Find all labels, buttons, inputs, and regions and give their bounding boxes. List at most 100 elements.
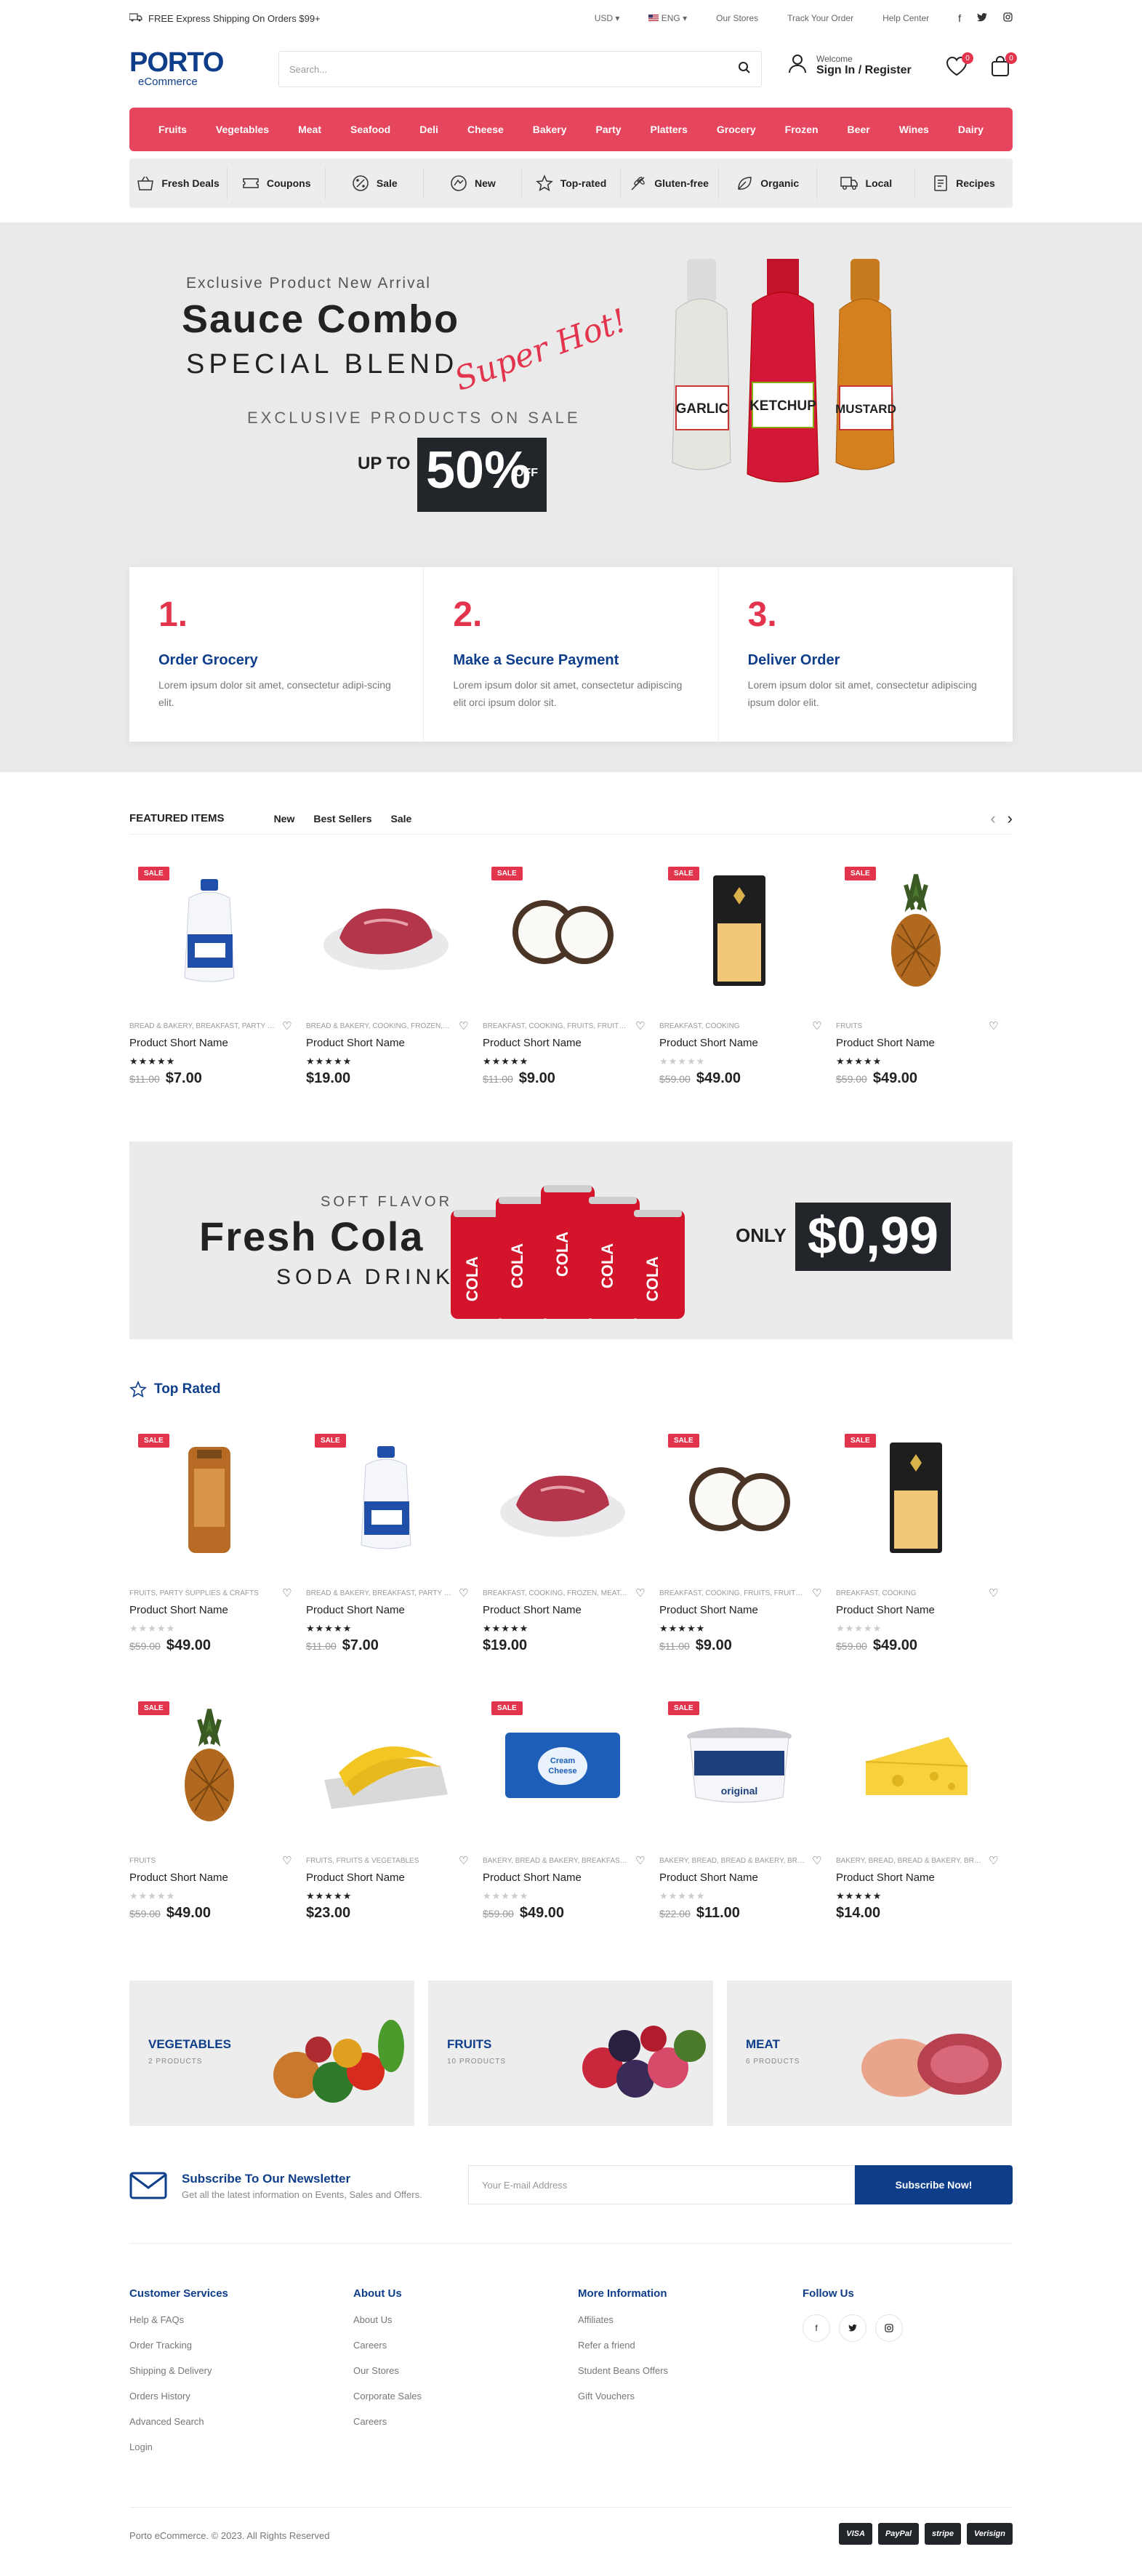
product-card[interactable]: SALE BREAD & BAKERY, BREAKFAST, PARTY SU… xyxy=(129,858,306,1112)
product-name[interactable]: Product Short Name xyxy=(483,1604,582,1616)
subnav-sale[interactable]: Sale xyxy=(326,167,425,199)
product-name[interactable]: Product Short Name xyxy=(483,1871,582,1884)
newsletter-email-input[interactable]: Your E-mail Address xyxy=(468,2165,855,2204)
product-card[interactable]: SALE BREAKFAST, COOKING ♡ Product Short … xyxy=(659,858,836,1112)
product-image[interactable] xyxy=(483,1425,643,1570)
currency-selector[interactable]: USD ▾ xyxy=(595,13,620,23)
category-frozen[interactable]: Frozen xyxy=(785,124,819,135)
product-name[interactable]: Product Short Name xyxy=(836,1037,935,1049)
product-category[interactable]: BREAKFAST, COOKING, FRUITS, FRUITS & ... xyxy=(659,1589,805,1597)
product-category[interactable]: BREAKFAST, COOKING, FROZEN, MEAT, M... xyxy=(483,1589,628,1597)
product-name[interactable]: Product Short Name xyxy=(306,1037,405,1049)
product-name[interactable]: Product Short Name xyxy=(836,1871,935,1884)
category-box-vegetables[interactable]: VEGETABLES 2 PRODUCTS xyxy=(129,1981,414,2126)
category-platters[interactable]: Platters xyxy=(651,124,688,135)
product-name[interactable]: Product Short Name xyxy=(129,1604,228,1616)
category-meat[interactable]: Meat xyxy=(298,124,321,135)
product-name[interactable]: Product Short Name xyxy=(659,1871,758,1884)
heart-icon[interactable]: ♡ xyxy=(459,1854,468,1867)
product-category[interactable]: BREAD & BAKERY, BREAKFAST, PARTY SU... xyxy=(129,1022,275,1030)
product-card[interactable]: SALE BREAKFAST, COOKING ♡ Product Short … xyxy=(836,1425,1013,1680)
instagram-icon[interactable] xyxy=(1003,12,1013,24)
subnav-local[interactable]: Local xyxy=(817,167,915,199)
heart-icon[interactable]: ♡ xyxy=(459,1586,468,1600)
search-input[interactable]: Search... xyxy=(289,64,738,75)
footer-link[interactable]: Gift Vouchers xyxy=(578,2391,668,2416)
product-card[interactable]: SALE original BAKERY, BREAD, BREAD & BAK… xyxy=(659,1693,836,1947)
chevron-left-icon[interactable]: ‹ xyxy=(990,809,995,828)
heart-icon[interactable]: ♡ xyxy=(812,1854,821,1867)
search-bar[interactable]: Search... xyxy=(278,51,762,87)
instagram-icon[interactable] xyxy=(875,2314,903,2342)
heart-icon[interactable]: ♡ xyxy=(989,1586,998,1600)
product-name[interactable]: Product Short Name xyxy=(836,1604,935,1616)
product-image[interactable] xyxy=(306,858,466,1003)
product-category[interactable]: BAKERY, BREAD & BAKERY, BREAKFAST, F... xyxy=(483,1857,628,1865)
heart-icon[interactable]: ♡ xyxy=(459,1019,468,1032)
product-category[interactable]: BREAKFAST, COOKING, FRUITS, FRUITS & ... xyxy=(483,1022,628,1030)
product-name[interactable]: Product Short Name xyxy=(129,1871,228,1884)
product-name[interactable]: Product Short Name xyxy=(306,1871,405,1884)
footer-link[interactable]: About Us xyxy=(353,2314,422,2340)
category-vegetables[interactable]: Vegetables xyxy=(216,124,269,135)
footer-link[interactable]: Order Tracking xyxy=(129,2340,228,2365)
footer-link[interactable]: Login xyxy=(129,2441,228,2467)
heart-icon[interactable]: ♡ xyxy=(989,1854,998,1867)
twitter-icon[interactable] xyxy=(839,2314,866,2342)
signin-link[interactable]: Sign In / Register xyxy=(816,64,912,77)
product-category[interactable]: BAKERY, BREAD, BREAD & BAKERY, BRE... xyxy=(836,1857,981,1865)
product-category[interactable]: FRUITS xyxy=(129,1857,275,1865)
product-image[interactable] xyxy=(836,1693,996,1838)
product-card[interactable]: SALE FRUITS ♡ Product Short Name ★★★★★ $… xyxy=(129,1693,306,1947)
product-card[interactable]: SALE BREAKFAST, COOKING, FRUITS, FRUITS … xyxy=(659,1425,836,1680)
footer-link[interactable]: Shipping & Delivery xyxy=(129,2365,228,2391)
cola-banner[interactable]: SOFT FLAVOR Fresh Cola SODA DRINK COLA C… xyxy=(129,1141,1013,1339)
product-name[interactable]: Product Short Name xyxy=(659,1037,758,1049)
subnav-fresh-deals[interactable]: Fresh Deals xyxy=(129,167,228,199)
heart-icon[interactable]: ♡ xyxy=(812,1586,821,1600)
link-our-stores[interactable]: Our Stores xyxy=(716,13,758,23)
subnav-organic[interactable]: Organic xyxy=(719,167,817,199)
category-bakery[interactable]: Bakery xyxy=(533,124,567,135)
product-card[interactable]: BAKERY, BREAD, BREAD & BAKERY, BRE... ♡ … xyxy=(836,1693,1013,1947)
category-deli[interactable]: Deli xyxy=(419,124,438,135)
category-dairy[interactable]: Dairy xyxy=(958,124,984,135)
product-category[interactable]: BREAD & BAKERY, COOKING, FROZEN, MEAT, M… xyxy=(306,1022,451,1030)
product-name[interactable]: Product Short Name xyxy=(129,1037,228,1049)
product-name[interactable]: Product Short Name xyxy=(483,1037,582,1049)
footer-link[interactable]: Our Stores xyxy=(353,2365,422,2391)
subnav-gluten-free[interactable]: Gluten-free xyxy=(621,167,719,199)
product-name[interactable]: Product Short Name xyxy=(306,1604,405,1616)
product-card[interactable]: BREAKFAST, COOKING, FROZEN, MEAT, M... ♡… xyxy=(483,1425,659,1680)
category-fruits[interactable]: Fruits xyxy=(158,124,187,135)
link-track-order[interactable]: Track Your Order xyxy=(787,13,853,23)
product-card[interactable]: SALE BREAD & BAKERY, BREAKFAST, PARTY SU… xyxy=(306,1425,483,1680)
product-card[interactable]: SALE FRUITS ♡ Product Short Name ★★★★★ $… xyxy=(836,858,1013,1112)
product-category[interactable]: BREAKFAST, COOKING xyxy=(836,1589,981,1597)
heart-icon[interactable]: ♡ xyxy=(282,1854,291,1867)
tab-best-sellers[interactable]: Best Sellers xyxy=(313,813,371,824)
cart-button[interactable]: 0 xyxy=(988,52,1017,79)
heart-icon[interactable]: ♡ xyxy=(282,1019,291,1032)
subscribe-button[interactable]: Subscribe Now! xyxy=(855,2165,1013,2204)
account-link[interactable]: Welcome Sign In / Register xyxy=(787,53,912,77)
product-category[interactable]: BAKERY, BREAD, BREAD & BAKERY, BREA... xyxy=(659,1857,805,1865)
footer-link[interactable]: Corporate Sales xyxy=(353,2391,422,2416)
wishlist-button[interactable]: 0 xyxy=(944,52,973,79)
footer-link[interactable]: Careers xyxy=(353,2416,422,2441)
category-box-meat[interactable]: MEAT 6 PRODUCTS xyxy=(727,1981,1012,2126)
category-seafood[interactable]: Seafood xyxy=(350,124,390,135)
footer-link[interactable]: Refer a friend xyxy=(578,2340,668,2365)
search-icon[interactable] xyxy=(738,61,751,78)
product-card[interactable]: BREAD & BAKERY, COOKING, FROZEN, MEAT, M… xyxy=(306,858,483,1112)
product-name[interactable]: Product Short Name xyxy=(659,1604,758,1616)
heart-icon[interactable]: ♡ xyxy=(812,1019,821,1032)
footer-link[interactable]: Student Beans Offers xyxy=(578,2365,668,2391)
subnav-new[interactable]: New xyxy=(424,167,523,199)
heart-icon[interactable]: ♡ xyxy=(635,1586,645,1600)
footer-link[interactable]: Affiliates xyxy=(578,2314,668,2340)
product-category[interactable]: FRUITS, FRUITS & VEGETABLES xyxy=(306,1857,451,1865)
facebook-icon[interactable]: f xyxy=(803,2314,830,2342)
subnav-recipes[interactable]: Recipes xyxy=(915,167,1013,199)
category-cheese[interactable]: Cheese xyxy=(467,124,504,135)
